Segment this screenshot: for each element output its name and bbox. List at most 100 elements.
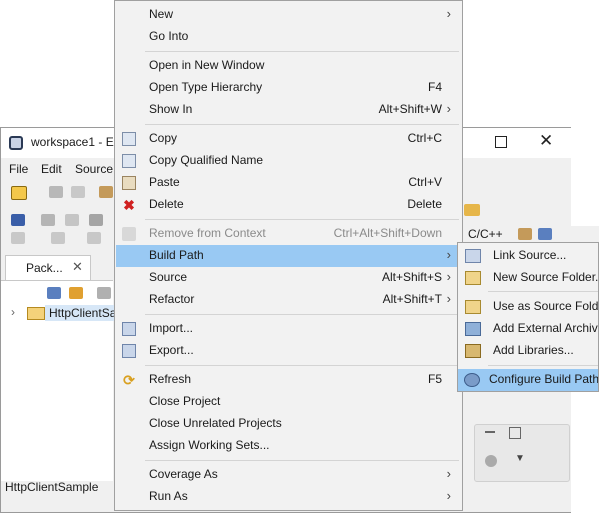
refresh-icon: ⟳: [123, 372, 135, 388]
menu-item-label: Open Type Hierarchy: [149, 80, 263, 94]
menu-item-assign-working-sets[interactable]: Assign Working Sets...: [116, 435, 461, 457]
save-icon[interactable]: [49, 186, 63, 198]
menu-item-delete[interactable]: ✖ Delete Delete: [116, 194, 461, 216]
menu-separator: [145, 314, 459, 315]
menu-item-label: New: [149, 7, 174, 21]
chevron-right-icon: ›: [446, 101, 451, 116]
menu-item-close-unrelated-projects[interactable]: Close Unrelated Projects: [116, 413, 461, 435]
menu-edit[interactable]: Edit: [41, 162, 62, 176]
suspend-icon[interactable]: [65, 214, 79, 226]
chevron-right-icon: ›: [446, 466, 451, 481]
add-libraries-icon: [465, 344, 481, 358]
menu-source[interactable]: Source: [75, 162, 113, 176]
perspective-icon[interactable]: [518, 228, 532, 240]
chevron-right-icon: ›: [446, 488, 451, 503]
view-menu-icon[interactable]: [97, 287, 111, 299]
menu-item-label: Build Path: [149, 248, 204, 262]
submenu-item-link-source[interactable]: Link Source...: [459, 245, 598, 267]
submenu-item-add-external-archives[interactable]: Add External Archives...: [459, 318, 598, 340]
menu-item-accelerator: Ctrl+Alt+Shift+Down: [333, 226, 442, 240]
submenu-separator: [488, 365, 598, 366]
menu-item-open-type-hierarchy[interactable]: Open Type Hierarchy F4: [116, 77, 461, 99]
menu-item-label: Show In: [149, 102, 193, 116]
perspective-bar: C/C++: [462, 226, 599, 242]
menu-item-accelerator: Alt+Shift+W: [378, 102, 442, 116]
back-icon[interactable]: [87, 232, 101, 244]
menu-item-coverage-as[interactable]: Coverage As ›: [116, 464, 461, 486]
menu-separator: [145, 365, 459, 366]
submenu-item-label: Link Source...: [493, 248, 567, 262]
package-explorer-body: › HttpClientSa: [1, 280, 117, 481]
submenu-item-label: Add Libraries...: [493, 343, 574, 357]
context-menu: New › Go Into Open in New Window Open Ty…: [114, 0, 463, 511]
menu-file[interactable]: File: [9, 162, 28, 176]
next-annotation-icon[interactable]: [11, 232, 25, 244]
close-icon[interactable]: ✕: [539, 131, 553, 151]
menu-item-new[interactable]: New ›: [116, 4, 461, 26]
menu-item-label: Coverage As: [149, 467, 218, 481]
project-folder-icon: [27, 307, 45, 320]
submenu-item-label: New Source Folder...: [493, 270, 599, 284]
menu-item-import[interactable]: Import...: [116, 318, 461, 340]
package-explorer-tab[interactable]: Pack... ✕: [5, 255, 91, 280]
menu-item-go-into[interactable]: Go Into: [116, 26, 461, 48]
debug-skip-icon[interactable]: [11, 214, 25, 226]
menu-item-accelerator: Delete: [407, 197, 442, 211]
chevron-right-icon: ›: [446, 247, 451, 262]
restore-icon[interactable]: [509, 427, 521, 439]
menu-item-source[interactable]: Source Alt+Shift+S ›: [116, 267, 461, 289]
submenu-item-configure-build-path[interactable]: Configure Build Path...: [458, 369, 598, 391]
menu-item-label: Refresh: [149, 372, 192, 386]
open-folder-icon[interactable]: [464, 204, 480, 216]
expand-chevron-icon[interactable]: ›: [11, 305, 15, 319]
tree-item-label: HttpClientSa: [49, 306, 117, 320]
link-editor-icon[interactable]: [69, 287, 83, 299]
chevron-down-icon[interactable]: ▼: [515, 453, 525, 464]
menu-item-open-in-new-window[interactable]: Open in New Window: [116, 55, 461, 77]
tab-close-icon[interactable]: ✕: [72, 259, 83, 275]
menu-item-accelerator: Alt+Shift+T: [382, 292, 442, 306]
prev-annotation-icon[interactable]: [51, 232, 65, 244]
menu-item-label: Import...: [149, 321, 194, 335]
menu-item-build-path[interactable]: Build Path ›: [116, 245, 461, 267]
save-all-icon[interactable]: [71, 186, 85, 198]
menu-item-label: Go Into: [149, 29, 189, 43]
delete-icon: ✖: [123, 197, 135, 213]
menu-item-refresh[interactable]: ⟳ Refresh F5: [116, 369, 461, 391]
build-path-submenu: Link Source... New Source Folder... Use …: [457, 242, 599, 392]
menu-item-run-as[interactable]: Run As ›: [116, 486, 461, 508]
add-external-archives-icon: [465, 322, 481, 336]
menu-item-export[interactable]: Export...: [116, 340, 461, 362]
perspective-cpp-label[interactable]: C/C++: [468, 227, 503, 241]
menu-item-refactor[interactable]: Refactor Alt+Shift+T ›: [116, 289, 461, 311]
tree-item-selected[interactable]: HttpClientSa: [45, 305, 117, 321]
maximize-icon[interactable]: [495, 136, 507, 148]
menu-item-paste[interactable]: Paste Ctrl+V: [116, 172, 461, 194]
build-icon[interactable]: [99, 186, 113, 198]
submenu-item-use-as-source-folder[interactable]: Use as Source Folder: [459, 296, 598, 318]
copy-icon: [122, 132, 136, 146]
resume-icon[interactable]: [41, 214, 55, 226]
menu-item-copy-qualified-name[interactable]: Copy Qualified Name: [116, 150, 461, 172]
menu-item-close-project[interactable]: Close Project: [116, 391, 461, 413]
submenu-item-add-libraries[interactable]: Add Libraries...: [459, 340, 598, 362]
menu-item-label: Remove from Context: [149, 226, 266, 240]
submenu-item-new-source-folder[interactable]: New Source Folder...: [459, 267, 599, 289]
window-title: workspace1 - Ec: [31, 135, 120, 149]
chevron-right-icon: ›: [446, 6, 451, 21]
terminate-icon[interactable]: [89, 214, 103, 226]
configure-build-path-icon: [464, 373, 480, 387]
minimize-icon[interactable]: [485, 431, 495, 433]
toolbar-row-2: [1, 210, 115, 230]
view-icon[interactable]: [485, 455, 497, 467]
menu-item-copy[interactable]: Copy Ctrl+C: [116, 128, 461, 150]
new-icon[interactable]: [11, 186, 27, 200]
collapse-all-icon[interactable]: [47, 287, 61, 299]
menu-item-label: Copy: [149, 131, 178, 145]
menu-item-show-in[interactable]: Show In Alt+Shift+W ›: [116, 99, 461, 121]
menu-item-accelerator: F5: [427, 372, 442, 386]
menu-item-remove-from-context[interactable]: Remove from Context Ctrl+Alt+Shift+Down: [116, 223, 461, 245]
use-source-folder-icon: [465, 300, 481, 314]
menu-item-accelerator: F4: [427, 80, 442, 94]
java-perspective-icon[interactable]: [538, 228, 552, 240]
